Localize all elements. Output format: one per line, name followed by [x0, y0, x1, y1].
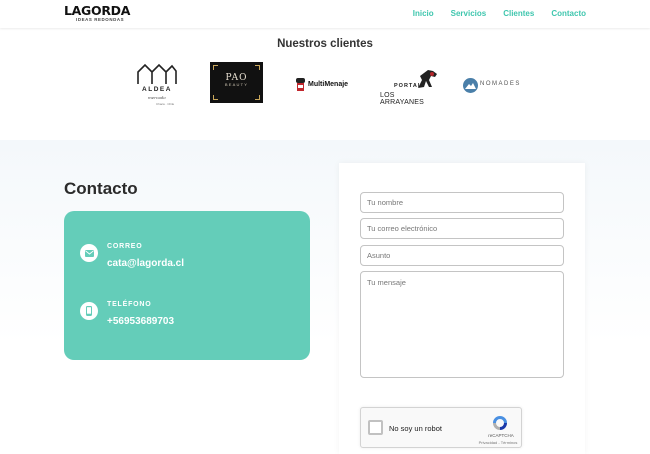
- clients-title: Nuestros clientes: [277, 38, 373, 50]
- site-logo[interactable]: LAGORDA IDEAS REDONDAS: [64, 4, 134, 24]
- contact-info-card: CORREO cata@lagorda.cl TELÉFONO +5695368…: [64, 211, 310, 360]
- contact-title: Contacto: [64, 179, 138, 198]
- client-logo-pao: PAO BEAUTY: [210, 62, 263, 103]
- nav-clientes[interactable]: Clientes: [503, 9, 534, 18]
- aldea-subtitle: mercado: [148, 95, 166, 100]
- nav-contacto[interactable]: Contacto: [551, 9, 586, 18]
- arrayanes-portal: PORTAL: [394, 83, 423, 89]
- phone-value[interactable]: +56953689703: [107, 316, 174, 327]
- aldea-name: ALDEA: [142, 86, 172, 93]
- recaptcha-brand: reCAPTCHA: [488, 433, 514, 438]
- multimenaje-name: MultiMenaje: [308, 81, 349, 88]
- client-logo-aldea: ALDEA mercado Chaca · Chile: [136, 62, 180, 108]
- recaptcha-logo-icon: [493, 416, 507, 430]
- main-nav: Inicio Servicios Clientes Contacto: [396, 9, 586, 18]
- nomades-name: NOMADES: [480, 81, 521, 87]
- phone-label: TELÉFONO: [107, 301, 152, 308]
- recaptcha-widget: No soy un robot reCAPTCHA Privacidad - T…: [360, 407, 522, 448]
- message-textarea[interactable]: [360, 271, 564, 378]
- arrayanes-name: LOS ARRAYANES: [380, 92, 424, 106]
- subject-input[interactable]: [360, 245, 564, 266]
- pao-subtitle: BEAUTY: [224, 82, 249, 87]
- pao-corner-ornament: [255, 65, 260, 70]
- name-input[interactable]: [360, 192, 564, 213]
- pao-corner-ornament: [213, 65, 218, 70]
- client-logo-los-arrayanes: PORTAL LOS ARRAYANES: [380, 68, 440, 106]
- nav-inicio[interactable]: Inicio: [413, 9, 434, 18]
- client-logo-nomades: NOMADES: [463, 77, 523, 94]
- pao-corner-ornament: [213, 95, 218, 100]
- email-value[interactable]: cata@lagorda.cl: [107, 258, 184, 269]
- aldea-house-icon: [137, 63, 177, 84]
- client-logo-multimenaje: MultiMenaje: [295, 78, 357, 94]
- chef-icon: [296, 78, 305, 91]
- nav-servicios[interactable]: Servicios: [451, 9, 487, 18]
- recaptcha-label: No soy un robot: [389, 424, 442, 433]
- contact-form: No soy un robot reCAPTCHA Privacidad - T…: [339, 163, 585, 454]
- pao-corner-ornament: [255, 95, 260, 100]
- site-header: LAGORDA IDEAS REDONDAS Inicio Servicios …: [0, 0, 650, 28]
- recaptcha-terms-link[interactable]: Privacidad - Términos: [473, 440, 523, 445]
- email-input[interactable]: [360, 218, 564, 239]
- email-label: CORREO: [107, 243, 143, 250]
- phone-icon: [80, 302, 98, 320]
- aldea-location: Chaca · Chile: [156, 102, 175, 106]
- recaptcha-checkbox[interactable]: [368, 420, 383, 435]
- email-icon: [80, 244, 98, 262]
- logo-main-text: LAGORDA: [64, 3, 131, 18]
- mountain-icon: [463, 78, 478, 93]
